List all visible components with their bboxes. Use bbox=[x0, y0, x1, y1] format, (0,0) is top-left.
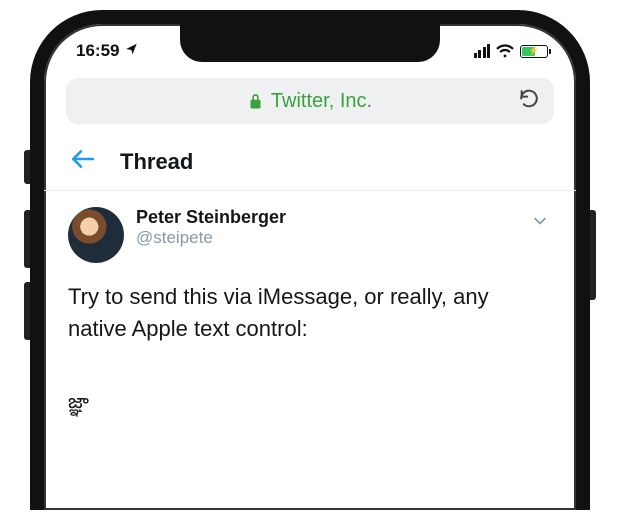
user-handle[interactable]: @steipete bbox=[136, 228, 286, 248]
location-arrow-icon bbox=[125, 41, 139, 61]
wifi-icon bbox=[496, 44, 514, 58]
tweet[interactable]: Peter Steinberger @steipete Try to send … bbox=[44, 191, 576, 418]
signal-bars-icon bbox=[474, 44, 491, 58]
phone-frame: 16:59 ⚡ Twitter, Inc. bbox=[30, 10, 590, 510]
lock-icon bbox=[248, 92, 263, 110]
chevron-down-icon[interactable] bbox=[530, 211, 550, 236]
browser-url-bar[interactable]: Twitter, Inc. bbox=[66, 78, 554, 124]
reload-icon[interactable] bbox=[518, 88, 540, 115]
app-nav-bar: Thread bbox=[44, 134, 576, 190]
back-arrow-icon[interactable] bbox=[70, 148, 96, 177]
avatar[interactable] bbox=[68, 207, 124, 263]
notch bbox=[180, 24, 440, 62]
tweet-body: Try to send this via iMessage, or really… bbox=[68, 281, 552, 345]
site-name-label: Twitter, Inc. bbox=[271, 90, 372, 113]
page-title: Thread bbox=[120, 149, 193, 175]
battery-charging-icon: ⚡ bbox=[520, 45, 548, 58]
tweet-special-text: జ్ఞ‌ా bbox=[68, 391, 552, 418]
display-name[interactable]: Peter Steinberger bbox=[136, 207, 286, 228]
status-time: 16:59 bbox=[76, 41, 119, 61]
